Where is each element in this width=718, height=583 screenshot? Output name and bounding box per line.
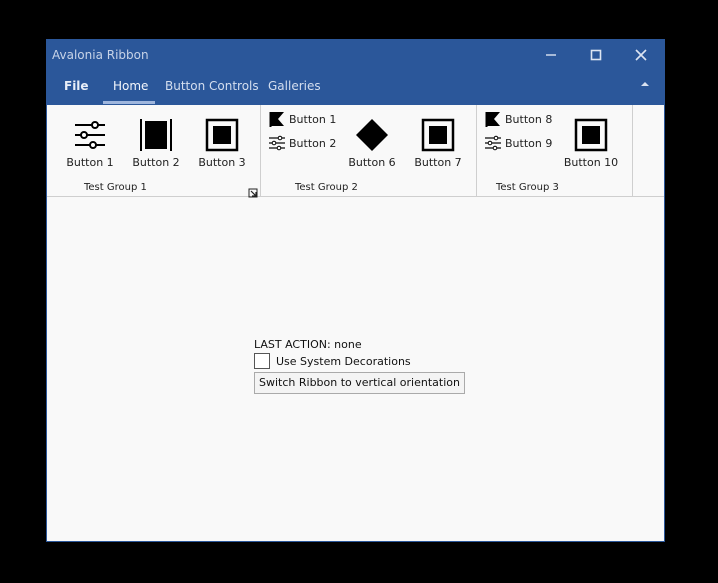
- checkbox-box[interactable]: [254, 353, 270, 369]
- button-label: Button 1: [289, 112, 337, 126]
- flag-icon: [485, 112, 500, 127]
- button-label: Button 10: [563, 156, 619, 169]
- maximize-button[interactable]: [584, 46, 608, 66]
- group2-button1[interactable]: Button 1: [269, 109, 336, 129]
- square-in-square-icon: [192, 117, 252, 153]
- square-in-square-icon: [561, 117, 621, 153]
- group3-button10[interactable]: Button 10: [561, 117, 621, 169]
- group-separator: [260, 105, 261, 196]
- sliders-icon: [269, 135, 285, 151]
- button-label: Button 2: [289, 136, 337, 150]
- ribbon: Button 1 Button 2 Button 3 Test Group 1: [47, 105, 664, 198]
- group-separator: [476, 105, 477, 196]
- button-label: Button 2: [132, 156, 180, 169]
- group2-button2[interactable]: Button 2: [269, 133, 336, 153]
- group2-button6[interactable]: Button 6: [342, 117, 402, 169]
- button-label: Button 7: [414, 156, 462, 169]
- main-content: LAST ACTION: none Use System Decorations…: [47, 197, 664, 541]
- close-icon: [635, 49, 647, 61]
- switch-orientation-button[interactable]: Switch Ribbon to vertical orientation: [254, 372, 465, 394]
- sliders-icon: [60, 117, 120, 153]
- group-title: Test Group 2: [295, 182, 358, 193]
- group-title: Test Group 3: [496, 182, 559, 193]
- minimize-icon: [546, 54, 556, 56]
- window-title: Avalonia Ribbon: [52, 48, 149, 62]
- dialog-launcher-button[interactable]: [248, 183, 258, 198]
- diamond-icon: [342, 117, 402, 153]
- button-label: Button 9: [505, 136, 553, 150]
- tab-galleries[interactable]: Galleries: [268, 79, 321, 93]
- group1-button1[interactable]: Button 1: [60, 117, 120, 169]
- maximize-icon: [590, 49, 602, 61]
- group2-button7[interactable]: Button 7: [408, 117, 468, 169]
- group-title: Test Group 1: [84, 182, 147, 193]
- minimize-button[interactable]: [539, 46, 563, 66]
- close-button[interactable]: [629, 46, 653, 66]
- group3-button9[interactable]: Button 9: [485, 133, 552, 153]
- tab-button-controls[interactable]: Button Controls: [165, 79, 259, 93]
- last-action-text: LAST ACTION: none: [254, 338, 362, 351]
- group1-button3[interactable]: Button 3: [192, 117, 252, 169]
- group3-button8[interactable]: Button 8: [485, 109, 552, 129]
- button-label: Button 3: [198, 156, 246, 169]
- group-separator: [632, 105, 633, 196]
- sliders-icon: [485, 135, 501, 151]
- selected-tab-indicator: [103, 101, 155, 104]
- button-label: Button 6: [348, 156, 396, 169]
- square-in-square-icon: [408, 117, 468, 153]
- tab-file[interactable]: File: [64, 79, 89, 93]
- checkbox-label[interactable]: Use System Decorations: [276, 355, 411, 368]
- tab-home[interactable]: Home: [113, 79, 148, 93]
- flag-icon: [269, 112, 284, 127]
- group1-button2[interactable]: Button 2: [126, 117, 186, 169]
- chevron-up-icon: [641, 82, 649, 86]
- use-system-decorations-checkbox[interactable]: Use System Decorations: [254, 351, 411, 371]
- title-bar: Avalonia Ribbon File Home Button Control…: [47, 40, 664, 105]
- app-window: Avalonia Ribbon File Home Button Control…: [46, 39, 665, 542]
- button-label: Button 8: [505, 112, 553, 126]
- filled-square-bars-icon: [126, 117, 186, 153]
- collapse-ribbon-button[interactable]: [640, 80, 650, 91]
- button-label: Button 1: [66, 156, 114, 169]
